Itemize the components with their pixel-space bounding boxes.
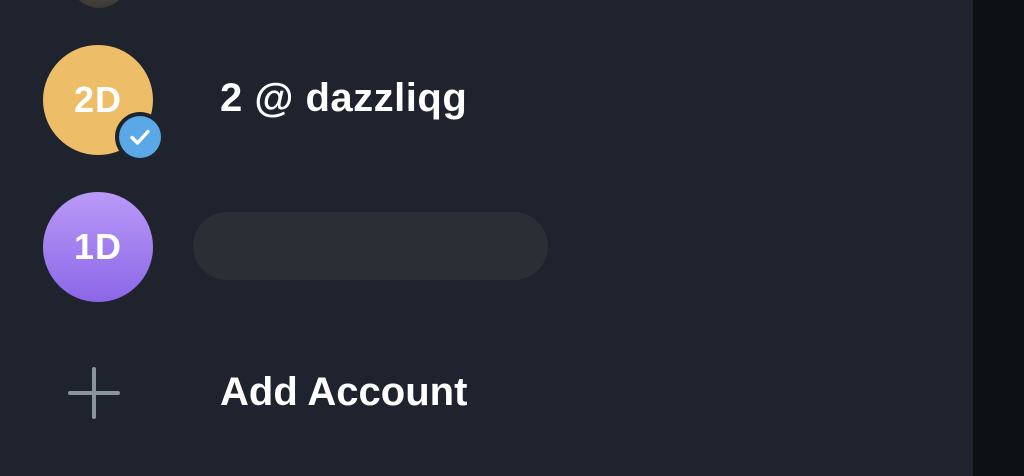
verified-badge bbox=[115, 112, 165, 162]
plus-icon bbox=[68, 367, 120, 419]
account-row[interactable]: 1D bbox=[0, 186, 973, 306]
account-avatar-partial[interactable] bbox=[64, 0, 134, 8]
account-name-placeholder bbox=[193, 212, 548, 280]
avatar-initials: 2D bbox=[73, 79, 123, 120]
account-drawer: 2D 2 @ dazzliqg 1D Add Account bbox=[0, 0, 973, 476]
account-name: 2 @ dazzliqg bbox=[220, 76, 468, 120]
drawer-scrim[interactable] bbox=[973, 0, 1024, 476]
avatar-initials: 1D bbox=[73, 226, 123, 267]
add-account-button[interactable]: Add Account bbox=[0, 330, 973, 450]
avatar: 1D bbox=[43, 192, 153, 302]
account-row[interactable]: 2D 2 @ dazzliqg bbox=[0, 40, 973, 162]
check-icon bbox=[130, 129, 150, 145]
add-account-label: Add Account bbox=[220, 370, 468, 414]
